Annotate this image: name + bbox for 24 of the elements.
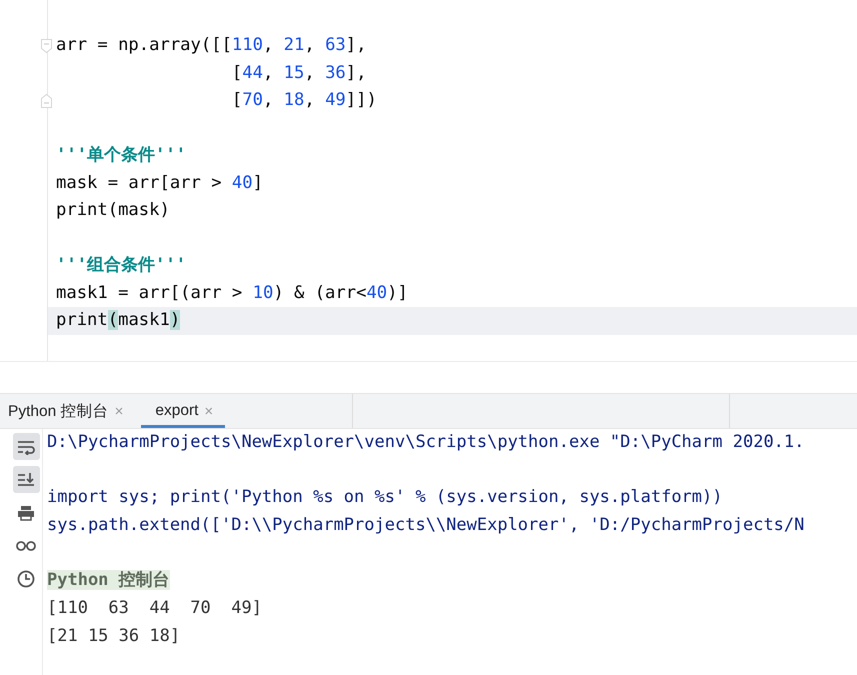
- console-header: Python 控制台: [47, 570, 170, 590]
- glasses-icon: [16, 540, 36, 552]
- console-line: sys.path.extend(['D:\\PycharmProjects\\NewExplorer', 'D:/PycharmProjects/N: [47, 514, 804, 538]
- code-line: mask = arr[arr > 40]: [55, 172, 264, 194]
- console-line: D:\PycharmProjects\NewExplorer\venv\Scripts\python.exe "D:\PyCharm 2020.1.: [47, 431, 804, 454]
- fold-marker-icon[interactable]: [41, 94, 52, 108]
- code-line: mask1 = arr[(arr > 10) & (arr<40)]: [55, 282, 409, 304]
- scroll-to-end-icon: [17, 472, 35, 488]
- print-icon: [17, 504, 35, 520]
- console-line: import sys; print('Python %s on %s' % (sys.version, sys.platform)): [47, 486, 724, 510]
- code-line: [44, 15, 36],: [230, 62, 368, 84]
- code-line: arr = np.array([[110, 21, 63],: [55, 34, 368, 57]
- code-line: print(mask): [55, 199, 171, 222]
- clock-icon: [17, 570, 35, 588]
- console-line: [110 63 44 70 49]: [47, 597, 263, 620]
- code-line: [70, 18, 49]]): [230, 89, 378, 112]
- code-line: '''组合条件''': [55, 254, 188, 277]
- console-line: [21 15 36 18]: [47, 624, 182, 648]
- fold-marker-icon[interactable]: [41, 38, 52, 53]
- soft-wrap-icon: [17, 438, 35, 454]
- console-tool-button[interactable]: [12, 466, 40, 493]
- console-tool-button[interactable]: [12, 433, 40, 460]
- console-tab[interactable]: Python 控制台 ×: [0, 394, 136, 428]
- code-line: '''单个条件''': [55, 144, 188, 167]
